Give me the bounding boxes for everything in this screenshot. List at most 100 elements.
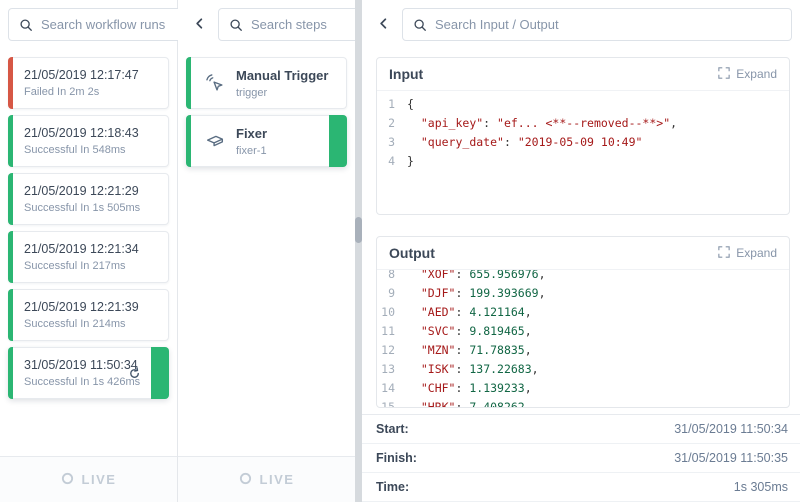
output-section-header: Output Expand (377, 237, 789, 270)
code-line: 3 "query_date": "2019-05-09 10:49" (377, 133, 789, 152)
code-text: "HRK": 7.408262, (407, 398, 532, 407)
code-line: 9 "DJF": 199.393669, (377, 284, 789, 303)
runs-live-toggle[interactable]: LIVE (0, 456, 177, 502)
step-title: Fixer (236, 126, 267, 141)
live-label: LIVE (82, 472, 117, 487)
code-line: 8 "XOF": 655.956976, (377, 270, 789, 284)
line-number: 14 (377, 379, 407, 398)
step-subtitle: trigger (236, 87, 328, 99)
io-back-button[interactable] (370, 9, 396, 41)
meta-label: Start: (376, 422, 409, 436)
output-section: Output Expand 8 "XOF": 655.956976,9 "DJF… (376, 236, 790, 408)
workflow-step-card[interactable]: Fixer fixer-1 (186, 115, 347, 167)
code-line: 14 "CHF": 1.139233, (377, 379, 789, 398)
workflow-steps-panel: Manual Trigger trigger Fixer fixer-1 LIVE (178, 0, 355, 502)
runs-panel-header (0, 0, 177, 49)
code-line: 1{ (377, 95, 789, 114)
live-label: LIVE (260, 472, 295, 487)
code-text: "api_key": "ef... <**--removed--**>", (407, 114, 677, 133)
step-title: Manual Trigger (236, 68, 328, 83)
io-panel-header (362, 0, 800, 49)
retry-icon (127, 366, 142, 381)
run-status-text: Successful In 548ms (24, 144, 139, 156)
run-timestamp: 21/05/2019 12:21:29 (24, 184, 140, 198)
code-text: "query_date": "2019-05-09 10:49" (407, 133, 642, 152)
meta-value: 31/05/2019 11:50:35 (674, 451, 788, 465)
app-root: 21/05/2019 12:17:47Failed In 2m 2s21/05/… (0, 0, 800, 502)
workflow-run-card[interactable]: 31/05/2019 11:50:34 Successful In 1s 426m… (8, 347, 169, 399)
code-text: "SVC": 9.819465, (407, 322, 532, 341)
run-status-text: Successful In 214ms (24, 318, 139, 330)
run-timestamp: 21/05/2019 12:21:34 (24, 242, 139, 256)
run-card-text: 21/05/2019 12:21:34Successful In 217ms (24, 242, 139, 272)
workflow-run-card[interactable]: 21/05/2019 12:17:47 Failed In 2m 2s (8, 57, 169, 109)
run-card-text: 21/05/2019 12:21:29Successful In 1s 505m… (24, 184, 140, 214)
line-number: 13 (377, 360, 407, 379)
meta-label: Time: (376, 480, 409, 494)
expand-icon (718, 67, 730, 82)
output-section-title: Output (389, 245, 435, 261)
code-text: } (407, 152, 414, 171)
steps-back-button[interactable] (186, 9, 212, 41)
workflow-run-card[interactable]: 21/05/2019 12:21:39Successful In 214ms (8, 289, 169, 341)
line-number: 1 (377, 95, 407, 114)
line-number: 9 (377, 284, 407, 303)
output-code-block[interactable]: 8 "XOF": 655.956976,9 "DJF": 199.393669,… (377, 270, 789, 407)
input-section-title: Input (389, 66, 423, 82)
line-number: 12 (377, 341, 407, 360)
chevron-left-icon (376, 16, 391, 34)
fixer-icon (202, 128, 228, 154)
line-number: 10 (377, 303, 407, 322)
line-number: 2 (377, 114, 407, 133)
meta-row: Time:1s 305ms (362, 473, 800, 502)
retry-run-button[interactable] (124, 363, 144, 383)
workflow-step-card[interactable]: Manual Trigger trigger (186, 57, 347, 109)
io-search-box (402, 8, 792, 41)
run-timestamp: 21/05/2019 12:17:47 (24, 68, 139, 82)
code-line: 2 "api_key": "ef... <**--removed--**>", (377, 114, 789, 133)
line-number: 4 (377, 152, 407, 171)
expand-icon (718, 246, 730, 261)
io-body: Input Expand 1{2 "api_key": "ef... <**--… (362, 49, 800, 408)
search-icon (229, 18, 243, 32)
search-icon (19, 18, 33, 32)
output-expand-button[interactable]: Expand (718, 246, 777, 261)
input-output-panel: Input Expand 1{2 "api_key": "ef... <**--… (362, 0, 800, 502)
meta-row: Finish:31/05/2019 11:50:35 (362, 444, 800, 473)
input-code-block[interactable]: 1{2 "api_key": "ef... <**--removed--**>"… (377, 91, 789, 171)
run-meta: Start:31/05/2019 11:50:34Finish:31/05/20… (362, 414, 800, 502)
step-subtitle: fixer-1 (236, 145, 267, 157)
line-number: 3 (377, 133, 407, 152)
code-line: 10 "AED": 4.121164, (377, 303, 789, 322)
run-timestamp: 31/05/2019 11:50:34 (24, 358, 140, 372)
line-number: 11 (377, 322, 407, 341)
manual-trigger-icon (202, 70, 228, 96)
splitter-handle[interactable] (355, 217, 362, 243)
run-timestamp: 21/05/2019 12:18:43 (24, 126, 139, 140)
code-line: 4} (377, 152, 789, 171)
run-status-text: Successful In 1s 426ms (24, 376, 140, 388)
run-card-text: 21/05/2019 12:18:43 Successful In 548ms (24, 126, 139, 156)
run-card-text: 21/05/2019 12:17:47 Failed In 2m 2s (24, 68, 139, 98)
code-text: "AED": 4.121164, (407, 303, 532, 322)
code-text: "DJF": 199.393669, (407, 284, 546, 303)
code-line: 11 "SVC": 9.819465, (377, 322, 789, 341)
code-line: 12 "MZN": 71.78835, (377, 341, 789, 360)
code-text: "CHF": 1.139233, (407, 379, 532, 398)
steps-live-toggle[interactable]: LIVE (178, 456, 355, 502)
search-io-input[interactable] (435, 17, 781, 32)
code-line: 13 "ISK": 137.22683, (377, 360, 789, 379)
step-card-text: Fixer fixer-1 (236, 126, 267, 157)
meta-row: Start:31/05/2019 11:50:34 (362, 415, 800, 444)
workflow-run-card[interactable]: 21/05/2019 12:21:29Successful In 1s 505m… (8, 173, 169, 225)
step-card-text: Manual Trigger trigger (236, 68, 328, 99)
workflow-run-card[interactable]: 21/05/2019 12:18:43 Successful In 548ms (8, 115, 169, 167)
input-expand-button[interactable]: Expand (718, 67, 777, 82)
steps-panel-header (178, 0, 355, 49)
workflow-run-card[interactable]: 21/05/2019 12:21:34Successful In 217ms (8, 231, 169, 283)
panel-splitter[interactable] (355, 0, 362, 502)
search-icon (413, 18, 427, 32)
run-status-text: Failed In 2m 2s (24, 86, 139, 98)
line-number: 8 (377, 270, 407, 284)
line-number: 15 (377, 398, 407, 407)
